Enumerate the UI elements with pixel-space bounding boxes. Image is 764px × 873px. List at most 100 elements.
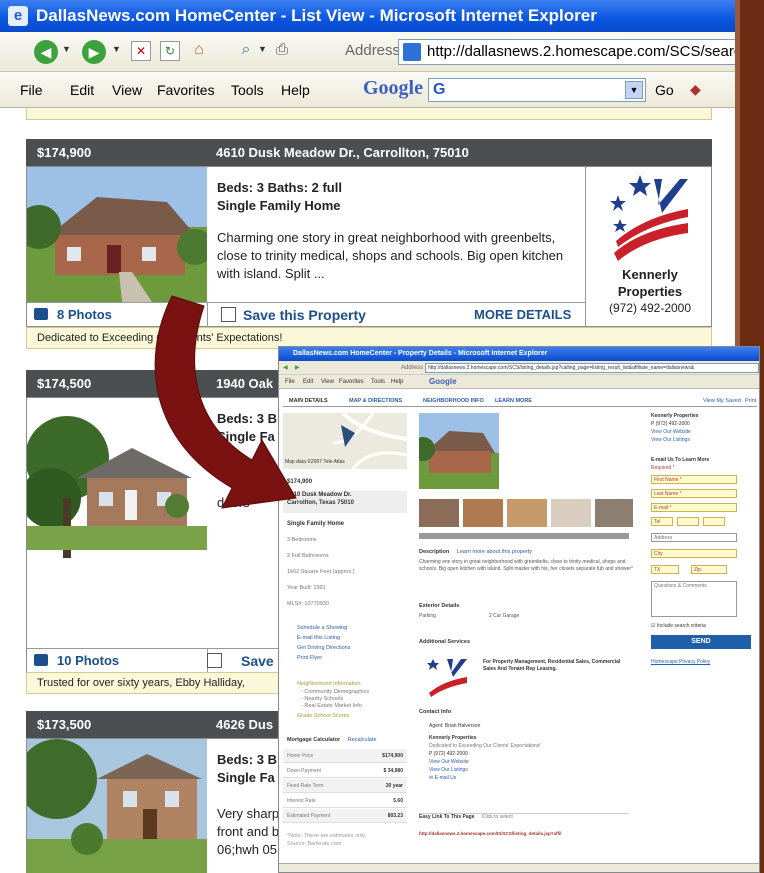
exterior-label: Exterior Details [419, 603, 460, 609]
forward-icon[interactable]: ▶ [82, 40, 106, 64]
print-link[interactable]: Print [745, 395, 756, 407]
easy-link-url[interactable]: http://dallasnews.2.homescape.com/IS/SCS… [419, 831, 562, 836]
first-name-field[interactable]: First Name * [651, 475, 737, 484]
contact-listings-link[interactable]: View Our Listings [429, 767, 468, 773]
learn-more-property-link[interactable]: Learn more about this property [457, 549, 532, 555]
inset-forward-icon[interactable]: ▶ [295, 361, 300, 375]
send-button[interactable]: SEND [651, 635, 751, 649]
contact-email-link[interactable]: ✉ E-mail Us [429, 775, 456, 781]
toolbar-extra-icon[interactable]: ◆ [690, 81, 701, 98]
back-icon[interactable]: ◀ [34, 40, 58, 64]
menu-edit[interactable]: Edit [70, 82, 94, 98]
community-demographics-link[interactable]: - Community Demographics [287, 689, 369, 695]
save-checkbox[interactable] [221, 307, 236, 322]
more-details-link[interactable]: MORE DETAILS [474, 307, 571, 322]
inset-back-icon[interactable]: ◀ [283, 361, 288, 375]
photos-link[interactable]: 10 Photos [57, 653, 119, 668]
photos-link[interactable]: 8 Photos [57, 307, 112, 322]
tel-field-2[interactable] [677, 517, 699, 526]
inset-address-bar[interactable]: http://dallasnews.2.homescape.com/SCS/li… [425, 363, 759, 373]
last-name-field[interactable]: Last Name * [651, 489, 737, 498]
tab-map-directions[interactable]: MAP & DIRECTIONS [349, 395, 402, 407]
email-field[interactable]: E-mail * [651, 503, 737, 512]
state-select[interactable]: TX [651, 565, 679, 574]
services-label: Additional Services [419, 639, 471, 645]
address-field[interactable]: Address [651, 533, 737, 542]
inset-map[interactable]: Map data ©2007 Tele Atlas [283, 413, 407, 469]
tab-learn-more[interactable]: LEARN MORE [495, 395, 532, 407]
back-dropdown-icon[interactable]: ▼ [62, 44, 71, 54]
address-bar[interactable]: http://dallasnews.2.homescape.com/SCS/se… [398, 39, 740, 65]
listing-address[interactable]: 4626 Dus [216, 711, 273, 738]
tab-main-details[interactable]: MAIN DETAILS [289, 395, 328, 407]
save-property-label[interactable]: Save this Property [243, 307, 366, 323]
chevron-down-icon[interactable]: ▼ [625, 81, 643, 99]
inset-menu-file[interactable]: File [285, 375, 295, 389]
listing-address[interactable]: 1940 Oak [216, 370, 273, 397]
tel-field-3[interactable] [703, 517, 725, 526]
listing-address[interactable]: 4610 Dusk Meadow Dr., Carrollton, 75010 [216, 139, 469, 166]
inset-thumbnails[interactable] [419, 499, 633, 529]
camera-icon [34, 654, 48, 666]
listing-photo[interactable] [27, 398, 207, 648]
stop-icon[interactable]: ✕ [131, 41, 151, 61]
go-button[interactable]: Go [655, 82, 674, 98]
view-saved-link[interactable]: View My Saved [703, 395, 741, 407]
neighborhood-info-link[interactable]: Neighborhood Information [287, 681, 361, 687]
right-listings-link[interactable]: View Our Listings [651, 437, 690, 443]
inset-menu-favorites[interactable]: Favorites [339, 375, 364, 389]
right-website-link[interactable]: View Our Website [651, 429, 691, 435]
contact-website-link[interactable]: View Our Website [429, 759, 469, 765]
listing-photo[interactable] [27, 739, 207, 873]
grade-school-scores-link[interactable]: Grade School Scores [287, 713, 349, 719]
inset-menu-edit[interactable]: Edit [303, 375, 313, 389]
search-icon[interactable]: ⌕ [236, 41, 256, 61]
save-checkbox[interactable] [207, 653, 222, 668]
nearby-schools-link[interactable]: - Nearby Schools [287, 696, 343, 702]
thumbnail-scrollbar[interactable] [419, 533, 629, 539]
ie-logo-icon: e [8, 6, 28, 26]
menu-view[interactable]: View [112, 82, 142, 98]
listing-photo[interactable] [27, 167, 207, 302]
calc-value: $174,900 [382, 753, 403, 759]
calc-value: 803.23 [387, 813, 403, 819]
menu-help[interactable]: Help [281, 82, 310, 98]
schedule-showing-link[interactable]: Schedule a Showing [287, 625, 347, 631]
email-listing-link[interactable]: E-mail this Listing [287, 635, 340, 641]
tel-field[interactable]: Tel [651, 517, 673, 526]
address-label: Address [345, 42, 401, 59]
listing-beds-baths: Beds: 3 B [217, 411, 277, 426]
driving-directions-link[interactable]: Get Driving Directions [287, 645, 351, 651]
market-info-link[interactable]: - Real Estate Market Info [287, 703, 362, 709]
print-icon[interactable]: ⎙ [272, 41, 292, 61]
include-criteria-checkbox[interactable]: ☑ [651, 623, 655, 629]
zip-field[interactable]: Zip [691, 565, 727, 574]
inset-menu-tools[interactable]: Tools [371, 375, 385, 389]
inset-main-photo[interactable] [419, 413, 499, 489]
menu-favorites[interactable]: Favorites [157, 82, 215, 98]
inset-google-logo: Google [429, 377, 457, 386]
inset-menu-help[interactable]: Help [391, 375, 403, 389]
print-flyer-link[interactable]: Print Flyer [287, 655, 322, 661]
search-dropdown-icon[interactable]: ▼ [258, 44, 267, 54]
refresh-icon[interactable]: ↻ [160, 41, 180, 61]
menu-tools[interactable]: Tools [231, 82, 264, 98]
calc-label: Estimated Payment [287, 813, 331, 819]
save-property-label[interactable]: Save t [241, 653, 282, 669]
calc-source: Source: Bankrate.com [287, 841, 342, 847]
navigation-toolbar: ◀ ▼ ▶ ▼ ✕ ↻ ⌂ ⌕ ▼ ⎙ Address http://dalla… [0, 32, 740, 72]
home-icon[interactable]: ⌂ [189, 41, 209, 61]
forward-dropdown-icon[interactable]: ▼ [112, 44, 121, 54]
listing-price: $173,500 [37, 717, 92, 732]
privacy-policy-link[interactable]: Homescape Privacy Policy [651, 659, 710, 665]
google-search-field[interactable]: G ▼ [428, 78, 646, 102]
menu-file[interactable]: File [20, 82, 43, 98]
questions-field[interactable]: Questions & Comments [651, 581, 737, 617]
recalculate-link[interactable]: Recalculate [348, 737, 377, 743]
tab-neighborhood-info[interactable]: NEIGHBORHOOD INFO [423, 395, 484, 407]
inset-menu-view[interactable]: View [321, 375, 334, 389]
google-g-icon: G [433, 81, 446, 98]
city-field[interactable]: City [651, 549, 737, 558]
calc-label: Down Payment [287, 768, 321, 774]
listing-type: Single Fa [217, 770, 275, 785]
